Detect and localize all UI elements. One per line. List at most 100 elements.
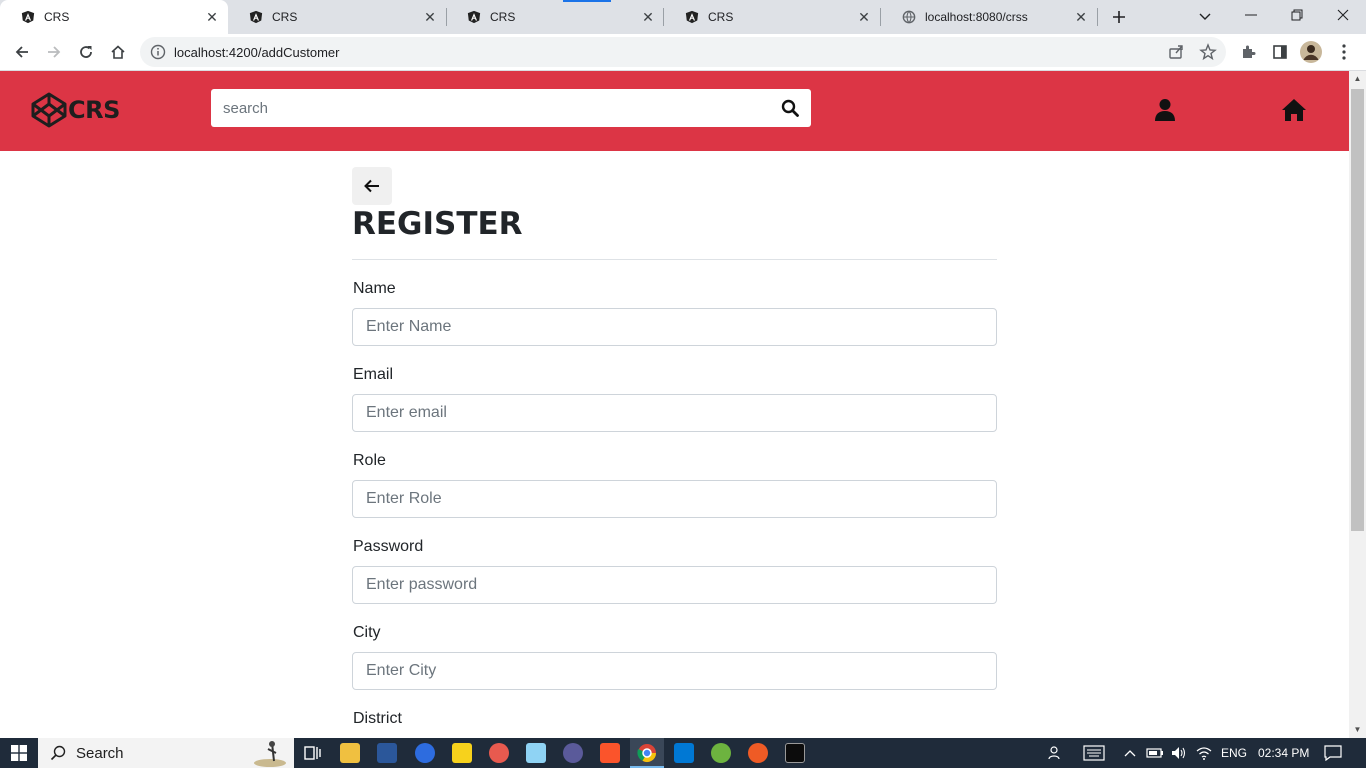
notepad-icon[interactable] — [526, 743, 546, 763]
restore-icon[interactable] — [1274, 0, 1320, 30]
browser-tab-2[interactable]: CRS ✕ — [228, 0, 446, 34]
search-bar — [211, 89, 811, 127]
postman-icon[interactable] — [748, 743, 768, 763]
home-outline-icon[interactable] — [106, 40, 130, 64]
new-tab-icon[interactable] — [1108, 6, 1130, 28]
tab-title: CRS — [272, 10, 298, 24]
chrome-icon — [637, 744, 656, 763]
email-input[interactable] — [352, 394, 997, 432]
tab-title: localhost:8080/crss — [925, 10, 1028, 24]
vscode-icon[interactable] — [674, 743, 694, 763]
scroll-up-icon[interactable]: ▲ — [1349, 71, 1366, 87]
window-close-icon[interactable] — [1320, 0, 1366, 30]
city-label: City — [353, 624, 381, 641]
browser-menu-icon[interactable] — [1333, 41, 1355, 63]
notification-icon[interactable] — [1324, 738, 1342, 768]
tab-search-icon[interactable] — [1194, 6, 1216, 28]
email-label: Email — [353, 366, 394, 383]
angular-icon — [466, 9, 482, 25]
role-label: Role — [353, 452, 386, 469]
scrollbar-thumb[interactable] — [1351, 89, 1364, 531]
tab-loading-indicator — [563, 0, 611, 2]
angular-icon — [248, 9, 264, 25]
address-bar[interactable]: localhost:4200/addCustomer — [140, 37, 1226, 67]
search-highlight-icon — [254, 741, 286, 767]
user-icon[interactable] — [1153, 98, 1177, 122]
scroll-down-icon[interactable]: ▼ — [1349, 722, 1366, 738]
terminal-icon[interactable] — [785, 743, 805, 763]
wifi-icon[interactable] — [1196, 738, 1212, 768]
name-input[interactable] — [352, 308, 997, 346]
role-input[interactable] — [352, 480, 997, 518]
tab-separator — [1097, 8, 1098, 26]
clock[interactable]: 02:34 PM — [1258, 738, 1309, 768]
back-button[interactable] — [352, 167, 392, 205]
close-icon[interactable]: ✕ — [856, 9, 872, 25]
close-icon[interactable]: ✕ — [204, 9, 220, 25]
home-icon[interactable] — [1281, 98, 1307, 122]
app-icon[interactable] — [489, 743, 509, 763]
extensions-icon[interactable] — [1237, 41, 1259, 63]
chrome-taskbar-button[interactable] — [630, 738, 664, 768]
volume-icon[interactable] — [1171, 738, 1187, 768]
info-icon[interactable] — [150, 44, 166, 60]
page-title: REGISTER — [352, 206, 523, 242]
taskbar-search-label: Search — [76, 744, 124, 762]
spring-icon[interactable] — [711, 743, 731, 763]
forward-arrow-icon[interactable] — [42, 40, 66, 64]
bookmark-star-icon[interactable] — [1199, 43, 1217, 61]
back-arrow-icon[interactable] — [10, 40, 34, 64]
language-indicator[interactable]: ENG — [1221, 738, 1247, 768]
browser-tab-1[interactable]: CRS ✕ — [0, 0, 228, 34]
divider — [352, 259, 997, 260]
search-icon[interactable] — [781, 99, 799, 117]
search-input[interactable] — [211, 89, 771, 127]
angular-icon — [684, 9, 700, 25]
page-scrollbar[interactable]: ▲ ▼ — [1349, 71, 1366, 738]
arrow-left-icon — [364, 179, 379, 193]
taskbar: Search ENG 02:34 PM — [0, 738, 1366, 768]
tray-people-icon[interactable] — [1048, 738, 1064, 768]
chevron-up-icon[interactable] — [1124, 738, 1136, 768]
logo[interactable]: CRS — [30, 91, 120, 129]
search-icon — [50, 745, 66, 761]
profile-avatar[interactable] — [1300, 41, 1322, 63]
app-header: CRS — [0, 71, 1349, 151]
file-explorer-icon[interactable] — [340, 743, 360, 763]
brave-icon[interactable] — [600, 743, 620, 763]
battery-icon[interactable] — [1146, 738, 1164, 768]
taskbar-search[interactable]: Search — [38, 738, 294, 768]
app-icon[interactable] — [563, 743, 583, 763]
browser-tab-4[interactable]: CRS ✕ — [664, 0, 880, 34]
password-input[interactable] — [352, 566, 997, 604]
tab-title: CRS — [490, 10, 516, 24]
logo-text: CRS — [68, 96, 120, 124]
codepen-icon — [31, 92, 67, 128]
password-label: Password — [353, 538, 424, 555]
close-icon[interactable]: ✕ — [422, 9, 438, 25]
browser-toolbar: localhost:4200/addCustomer — [0, 34, 1366, 71]
zoom-icon[interactable] — [415, 743, 435, 763]
angular-icon — [20, 9, 36, 25]
url-text[interactable]: localhost:4200/addCustomer — [174, 45, 340, 60]
close-icon[interactable]: ✕ — [640, 9, 656, 25]
minimize-icon[interactable] — [1228, 0, 1274, 30]
browser-tab-5[interactable]: localhost:8080/crss ✕ — [881, 0, 1097, 34]
browser-tab-strip: CRS ✕ CRS ✕ CRS ✕ CRS ✕ localhost:8080/c… — [0, 0, 1366, 34]
browser-tab-3[interactable]: CRS ✕ — [446, 0, 664, 34]
task-view-icon[interactable] — [302, 743, 322, 763]
word-icon[interactable] — [377, 743, 397, 763]
district-label: District — [353, 710, 402, 727]
name-label: Name — [353, 280, 396, 297]
sticky-notes-icon[interactable] — [452, 743, 472, 763]
reload-icon[interactable] — [74, 40, 98, 64]
share-icon[interactable] — [1167, 43, 1185, 61]
tab-title: CRS — [44, 10, 70, 24]
globe-icon — [901, 9, 917, 25]
side-panel-icon[interactable] — [1269, 41, 1291, 63]
close-icon[interactable]: ✕ — [1073, 9, 1089, 25]
keyboard-icon[interactable] — [1083, 738, 1105, 768]
city-input[interactable] — [352, 652, 997, 690]
tab-title: CRS — [708, 10, 734, 24]
windows-start-icon[interactable] — [0, 738, 38, 768]
